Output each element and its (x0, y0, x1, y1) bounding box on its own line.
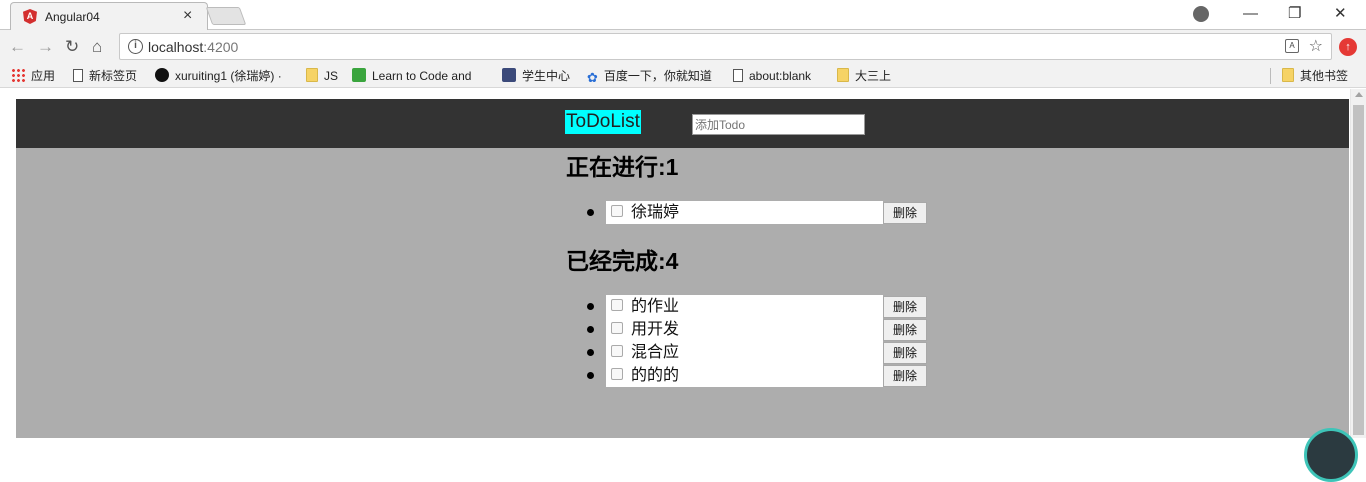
scrollbar-thumb[interactable] (1353, 105, 1364, 435)
todo-text[interactable]: 的作业 (631, 297, 679, 316)
student-icon (502, 68, 516, 82)
todo-checkbox[interactable] (611, 299, 623, 311)
bullet (587, 326, 594, 333)
forward-button[interactable]: → (37, 37, 54, 57)
bullet (587, 209, 594, 216)
bullet (587, 349, 594, 356)
todo-app: ToDoList 正在进行:1 徐瑞婷 删除 已经完成:4 的作业 删除 (16, 99, 1349, 438)
minimize-button[interactable]: — (1243, 4, 1258, 24)
delete-button[interactable]: 删除 (883, 296, 927, 318)
delete-button[interactable]: 删除 (883, 365, 927, 387)
tab-title: Angular04 (45, 10, 100, 24)
url-port: :4200 (203, 39, 239, 55)
bookmark-newtab[interactable]: 新标签页 (73, 68, 137, 84)
tab-close-icon[interactable]: × (183, 7, 192, 25)
todo-item-box: 混合应 (606, 341, 883, 364)
page-viewport: ToDoList 正在进行:1 徐瑞婷 删除 已经完成:4 的作业 删除 (0, 89, 1366, 438)
bookmark-label: 百度一下，你就知道 (603, 69, 712, 83)
list-item: 的的的 删除 (587, 364, 927, 387)
page-icon (73, 69, 83, 82)
profile-icon[interactable] (1193, 6, 1209, 22)
bookmark-label: Learn to Code and (372, 69, 472, 83)
done-heading: 已经完成:4 (566, 248, 679, 274)
bookmark-student[interactable]: 学生中心 (502, 68, 570, 84)
todo-checkbox[interactable] (611, 368, 623, 380)
folder-icon (306, 68, 318, 82)
todo-item-box: 用开发 (606, 318, 883, 341)
delete-button[interactable]: 删除 (883, 342, 927, 364)
address-bar[interactable]: i localhost:4200 A ☆ (119, 33, 1332, 60)
other-bookmarks[interactable]: 其他书签 (1282, 68, 1348, 84)
list-item: 用开发 删除 (587, 318, 927, 341)
tab-strip: A Angular04 × — ❐ ✕ (0, 0, 1366, 30)
todo-item-box: 的作业 (606, 295, 883, 318)
bookmark-label: xuruiting1 (徐瑞婷) · (175, 69, 282, 83)
bookmark-star-icon[interactable]: ☆ (1309, 36, 1323, 56)
extension-icon[interactable]: ↑ (1339, 38, 1357, 56)
restore-button[interactable]: ❐ (1288, 4, 1301, 24)
folder-icon (1282, 68, 1294, 82)
address-url[interactable]: localhost:4200 (148, 39, 238, 55)
browser-tab[interactable]: A Angular04 × (10, 2, 208, 30)
todo-text[interactable]: 的的的 (631, 366, 679, 385)
window-close-button[interactable]: ✕ (1334, 4, 1347, 24)
reload-button[interactable]: ↻ (65, 37, 79, 57)
vertical-scrollbar[interactable] (1350, 89, 1366, 438)
todo-checkbox[interactable] (611, 205, 623, 217)
bookmark-learn[interactable]: Learn to Code and (352, 68, 471, 84)
bookmark-label: 其他书签 (1300, 69, 1349, 83)
angular-icon: A (23, 9, 37, 24)
bullet (587, 372, 594, 379)
bookmark-apps[interactable]: 应用 (11, 68, 55, 84)
bookmark-label: JS (324, 69, 339, 83)
todo-checkbox[interactable] (611, 322, 623, 334)
bookmark-label: 新标签页 (89, 69, 138, 83)
bookmark-label: about:blank (749, 69, 812, 83)
todo-item-box: 徐瑞婷 (606, 201, 883, 224)
url-host: localhost (148, 39, 204, 55)
bookmark-label: 应用 (31, 69, 56, 83)
baidu-icon: ✿ (587, 70, 598, 85)
bullet (587, 303, 594, 310)
todo-item-box: 的的的 (606, 364, 883, 387)
scroll-up-arrow-icon[interactable] (1355, 92, 1363, 97)
app-header: ToDoList (16, 99, 1349, 148)
ongoing-heading: 正在进行:1 (566, 154, 679, 180)
todo-text[interactable]: 混合应 (631, 343, 679, 362)
todo-checkbox[interactable] (611, 345, 623, 357)
bookmark-blank[interactable]: about:blank (733, 68, 811, 84)
apps-icon (11, 68, 25, 82)
learn-icon (352, 68, 366, 82)
back-button[interactable]: ← (9, 37, 26, 57)
bookmark-label: 学生中心 (522, 69, 571, 83)
add-todo-input[interactable] (692, 114, 865, 135)
delete-button[interactable]: 删除 (883, 319, 927, 341)
todo-text[interactable]: 用开发 (631, 320, 679, 339)
list-item: 混合应 删除 (587, 341, 927, 364)
bookmark-github[interactable]: xuruiting1 (徐瑞婷) · (155, 68, 282, 84)
browser-toolbar: ← → ↻ ⌂ i localhost:4200 A ☆ ↑ (0, 30, 1366, 64)
todo-text[interactable]: 徐瑞婷 (631, 203, 679, 222)
floating-widget[interactable] (1304, 428, 1358, 482)
new-tab-button[interactable] (205, 7, 247, 25)
folder-icon (837, 68, 849, 82)
bookmark-js[interactable]: JS (306, 68, 338, 84)
bookmark-label: 大三上 (855, 69, 892, 83)
bookmark-dasanshang[interactable]: 大三上 (837, 68, 891, 84)
translate-icon[interactable]: A (1285, 39, 1299, 53)
bookmarks-bar: 应用 新标签页 xuruiting1 (徐瑞婷) · JS Learn to C… (0, 64, 1366, 88)
page-icon (733, 69, 743, 82)
home-button[interactable]: ⌂ (92, 37, 102, 57)
github-icon (155, 68, 169, 82)
list-item: 徐瑞婷 删除 (587, 201, 927, 224)
bookmark-baidu[interactable]: ✿ 百度一下，你就知道 (587, 68, 712, 85)
brand-title: ToDoList (565, 110, 641, 134)
site-info-icon[interactable]: i (128, 39, 143, 54)
delete-button[interactable]: 删除 (883, 202, 927, 224)
list-item: 的作业 删除 (587, 295, 927, 318)
bookmark-separator (1270, 68, 1271, 84)
